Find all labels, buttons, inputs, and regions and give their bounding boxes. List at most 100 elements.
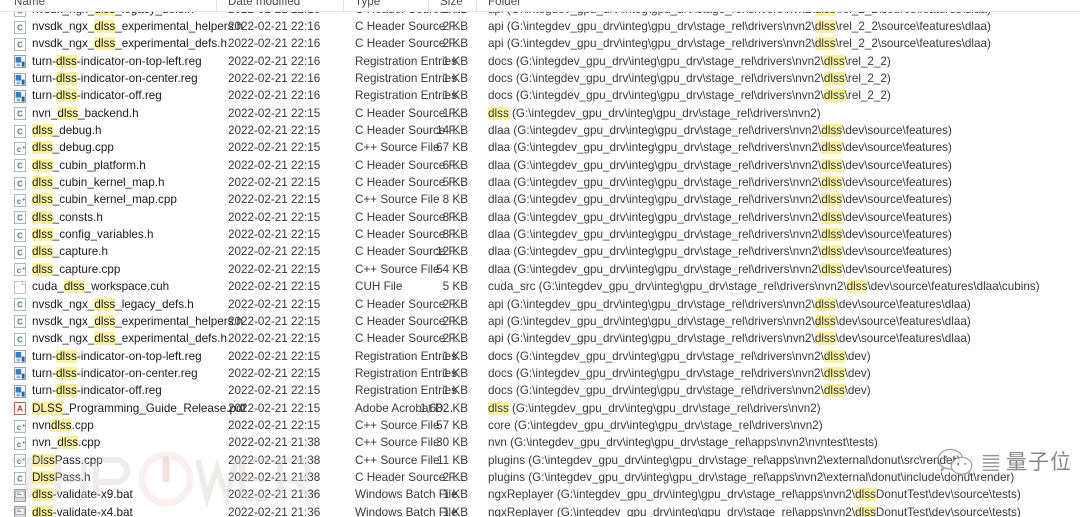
file-type-cell: CUH File [355, 280, 403, 294]
file-name-cell: nvsdk_ngx_dlss_legacy_defs.h [32, 297, 194, 311]
column-header-date[interactable]: Date modified [228, 0, 300, 8]
table-row[interactable]: c dlss_cubin_kernel_map.cpp 2022-02-21 22:… [0, 191, 1080, 208]
table-row[interactable]: Cdlss_consts.h 2022-02-21 22:15 C Header S… [0, 209, 1080, 226]
column-divider-folder[interactable] [476, 0, 477, 11]
table-row[interactable]: c dlss_capture.cpp 2022-02-21 22:15 C++ Sou… [0, 261, 1080, 278]
date-modified-cell: 2022-02-21 21:38 [228, 436, 321, 450]
search-term-highlight: dlss [488, 106, 509, 120]
table-row[interactable]: Cnvsdk_ngx_dlss_legacy_defs.h2022-02-21 … [0, 296, 1080, 313]
table-row[interactable]: turn-dlss-indicator-off.reg 2022-02-21 22… [0, 87, 1080, 104]
table-row[interactable]: cuda_dlss_workspace.cuh 2022-02-21 22:15 C… [0, 278, 1080, 295]
registry-file-icon [14, 384, 26, 398]
table-row[interactable]: Cdlss_cubin_platform.h 2022-02-21 22:15 C … [0, 157, 1080, 174]
date-modified-cell: 2022-02-21 22:16 [228, 72, 321, 86]
folder-path-cell: docs (G:\integdev_gpu_drv\integ\gpu_drv\… [488, 366, 871, 380]
column-header-type[interactable]: Type [355, 0, 380, 8]
table-row[interactable]: turn-dlss-indicator-off.reg 2022-02-21 22… [0, 382, 1080, 399]
svg-text:C: C [17, 335, 23, 344]
file-name-cell: DLSS_Programming_Guide_Release.pdf [32, 401, 246, 415]
file-size-cell: 1 KB [442, 384, 468, 398]
file-name-cell: dlss_consts.h [32, 210, 103, 224]
folder-path-cell: api (G:\integdev_gpu_drv\integ\gpu_drv\s… [488, 20, 991, 33]
table-row[interactable]: Cnvsdk_ngx_dlss_legacy_defs.h2022-02-21 … [0, 11, 1080, 18]
file-name-cell: turn-dlss-indicator-off.reg [32, 384, 162, 398]
table-row[interactable]: turn-dlss-indicator-on-center.reg 2022-02… [0, 70, 1080, 87]
table-row[interactable]: Cnvsdk_ngx_dlss_experimental_defs.h 2022-… [0, 35, 1080, 52]
column-divider-date[interactable] [216, 0, 217, 11]
search-term-highlight: dlss [823, 72, 845, 86]
date-modified-cell: 2022-02-21 22:16 [228, 11, 320, 18]
search-term-highlight: dlss [32, 228, 53, 242]
table-row[interactable]: Cdlss_config_variables.h 2022-02-21 22:15… [0, 226, 1080, 243]
search-term-highlight: dlss [56, 54, 77, 68]
table-row[interactable]: Cdlss_debug.h 2022-02-21 22:15 C Header So… [0, 122, 1080, 139]
table-row[interactable]: dlss-validate-x4.bat 2022-02-21 21:36 Wind… [0, 504, 1080, 517]
search-term-highlight: dlss [56, 89, 77, 103]
search-term-highlight: dlss [56, 384, 77, 398]
date-modified-cell: 2022-02-21 22:15 [228, 176, 321, 190]
date-modified-cell: 2022-02-21 22:15 [228, 384, 321, 398]
table-row[interactable]: Cdlss_cubin_kernel_map.h 2022-02-21 22:15… [0, 174, 1080, 191]
search-term-highlight: dlss [823, 89, 845, 103]
folder-path-cell: dlaa (G:\integdev_gpu_drv\integ\gpu_drv\… [488, 245, 952, 259]
table-row[interactable]: c DlssPass.cpp 2022-02-21 21:38 C++ Source … [0, 452, 1080, 469]
folder-path-cell: cuda_src (G:\integdev_gpu_drv\integ\gpu_… [488, 280, 1040, 294]
search-term-highlight: dlss [94, 297, 116, 311]
search-term-highlight: dlss [814, 20, 836, 33]
svg-text:c: c [17, 457, 22, 466]
table-row[interactable]: turn-dlss-indicator-on-top-left.reg 2022-… [0, 348, 1080, 365]
search-term-highlight: dlss [821, 158, 843, 172]
folder-path-cell: docs (G:\integdev_gpu_drv\integ\gpu_drv\… [488, 89, 891, 103]
column-header-size[interactable]: Size [440, 0, 463, 8]
svg-text:C: C [17, 231, 23, 240]
file-name-cell: turn-dlss-indicator-on-top-left.reg [32, 349, 202, 363]
table-row[interactable]: Cnvn_dlss_backend.h 2022-02-21 22:15 C Hea… [0, 105, 1080, 122]
registry-file-icon [14, 72, 26, 86]
file-name-cell: nvndlss.cpp [32, 418, 94, 432]
file-name-cell: nvsdk_ngx_dlss_experimental_helpers.h [32, 314, 244, 328]
c-header-file-icon: C [14, 124, 26, 138]
folder-path-cell: dlaa (G:\integdev_gpu_drv\integ\gpu_drv\… [488, 158, 952, 172]
column-divider-size[interactable] [428, 0, 429, 11]
c-header-file-icon: C [14, 228, 26, 242]
file-size-cell: 1 KB [442, 366, 468, 380]
folder-path-cell: ngxReplayer (G:\integdev_gpu_drv\integ\g… [488, 488, 1021, 502]
svg-text:c: c [17, 145, 22, 154]
table-row[interactable]: A DLSS_Programming_Guide_Release.pdf 2022-… [0, 400, 1080, 417]
file-list[interactable]: Cnvsdk_ngx_dlss_legacy_defs.h 2022-02-21 … [0, 11, 1080, 517]
table-row[interactable]: dlss-validate-x9.bat 2022-02-21 21:36 Wind… [0, 486, 1080, 503]
c-header-file-icon: C [14, 332, 26, 346]
c-header-file-icon: C [14, 246, 26, 259]
svg-text:C: C [17, 162, 23, 171]
search-term-highlight: dlss [32, 193, 53, 207]
table-row[interactable]: c nvn_dlss.cpp 2022-02-21 21:38 C++ Source … [0, 434, 1080, 451]
search-term-highlight: Dlss [32, 470, 55, 484]
search-term-highlight: dlss [821, 262, 843, 276]
folder-path-cell: ngxReplayer (G:\integdev_gpu_drv\integ\g… [488, 505, 1021, 517]
file-name-cell: nvn_dlss_backend.h [32, 106, 139, 120]
table-row[interactable]: turn-dlss-indicator-on-center.reg 2022-02… [0, 365, 1080, 382]
search-term-highlight: dlss [94, 314, 116, 328]
batch-file-icon [14, 488, 26, 502]
file-name-cell: dlss-validate-x9.bat [32, 488, 133, 502]
table-row[interactable]: Cdlss_capture.h 2022-02-21 22:15 C Header … [0, 243, 1080, 260]
file-size-cell: 2 KB [410, 11, 468, 18]
file-name-cell: nvsdk_ngx_dlss_experimental_helpers.h [32, 20, 244, 33]
blank-file-icon [14, 280, 26, 294]
column-header-name[interactable]: Name [14, 0, 45, 8]
table-row[interactable]: Cnvsdk_ngx_dlss_experimental_defs.h 2022-… [0, 330, 1080, 347]
search-term-highlight: dlss [821, 228, 843, 242]
table-row[interactable]: Cnvsdk_ngx_dlss_experimental_helpers.h 20… [0, 18, 1080, 35]
table-row[interactable]: Cnvsdk_ngx_dlss_experimental_helpers.h 20… [0, 313, 1080, 330]
table-row[interactable]: C DlssPass.h 2022-02-21 21:38 C Header Sour… [0, 469, 1080, 486]
table-row[interactable]: turn-dlss-indicator-on-top-left.reg 2022-… [0, 53, 1080, 70]
table-row[interactable]: c dlss_debug.cpp 2022-02-21 22:15 C++ Sourc… [0, 139, 1080, 156]
column-header-folder[interactable]: Folder [488, 0, 521, 8]
table-row[interactable]: c nvndlss.cpp 2022-02-21 22:15 C++ Source F… [0, 417, 1080, 434]
column-divider-type[interactable] [343, 0, 344, 11]
folder-path-cell: docs (G:\integdev_gpu_drv\integ\gpu_drv\… [488, 349, 871, 363]
folder-path-cell: api (G:\integdev_gpu_drv\integ\gpu_drv\s… [488, 11, 991, 18]
svg-text:C: C [17, 127, 23, 136]
file-size-cell: 2 KB [442, 332, 468, 346]
svg-text:A: A [17, 404, 23, 414]
